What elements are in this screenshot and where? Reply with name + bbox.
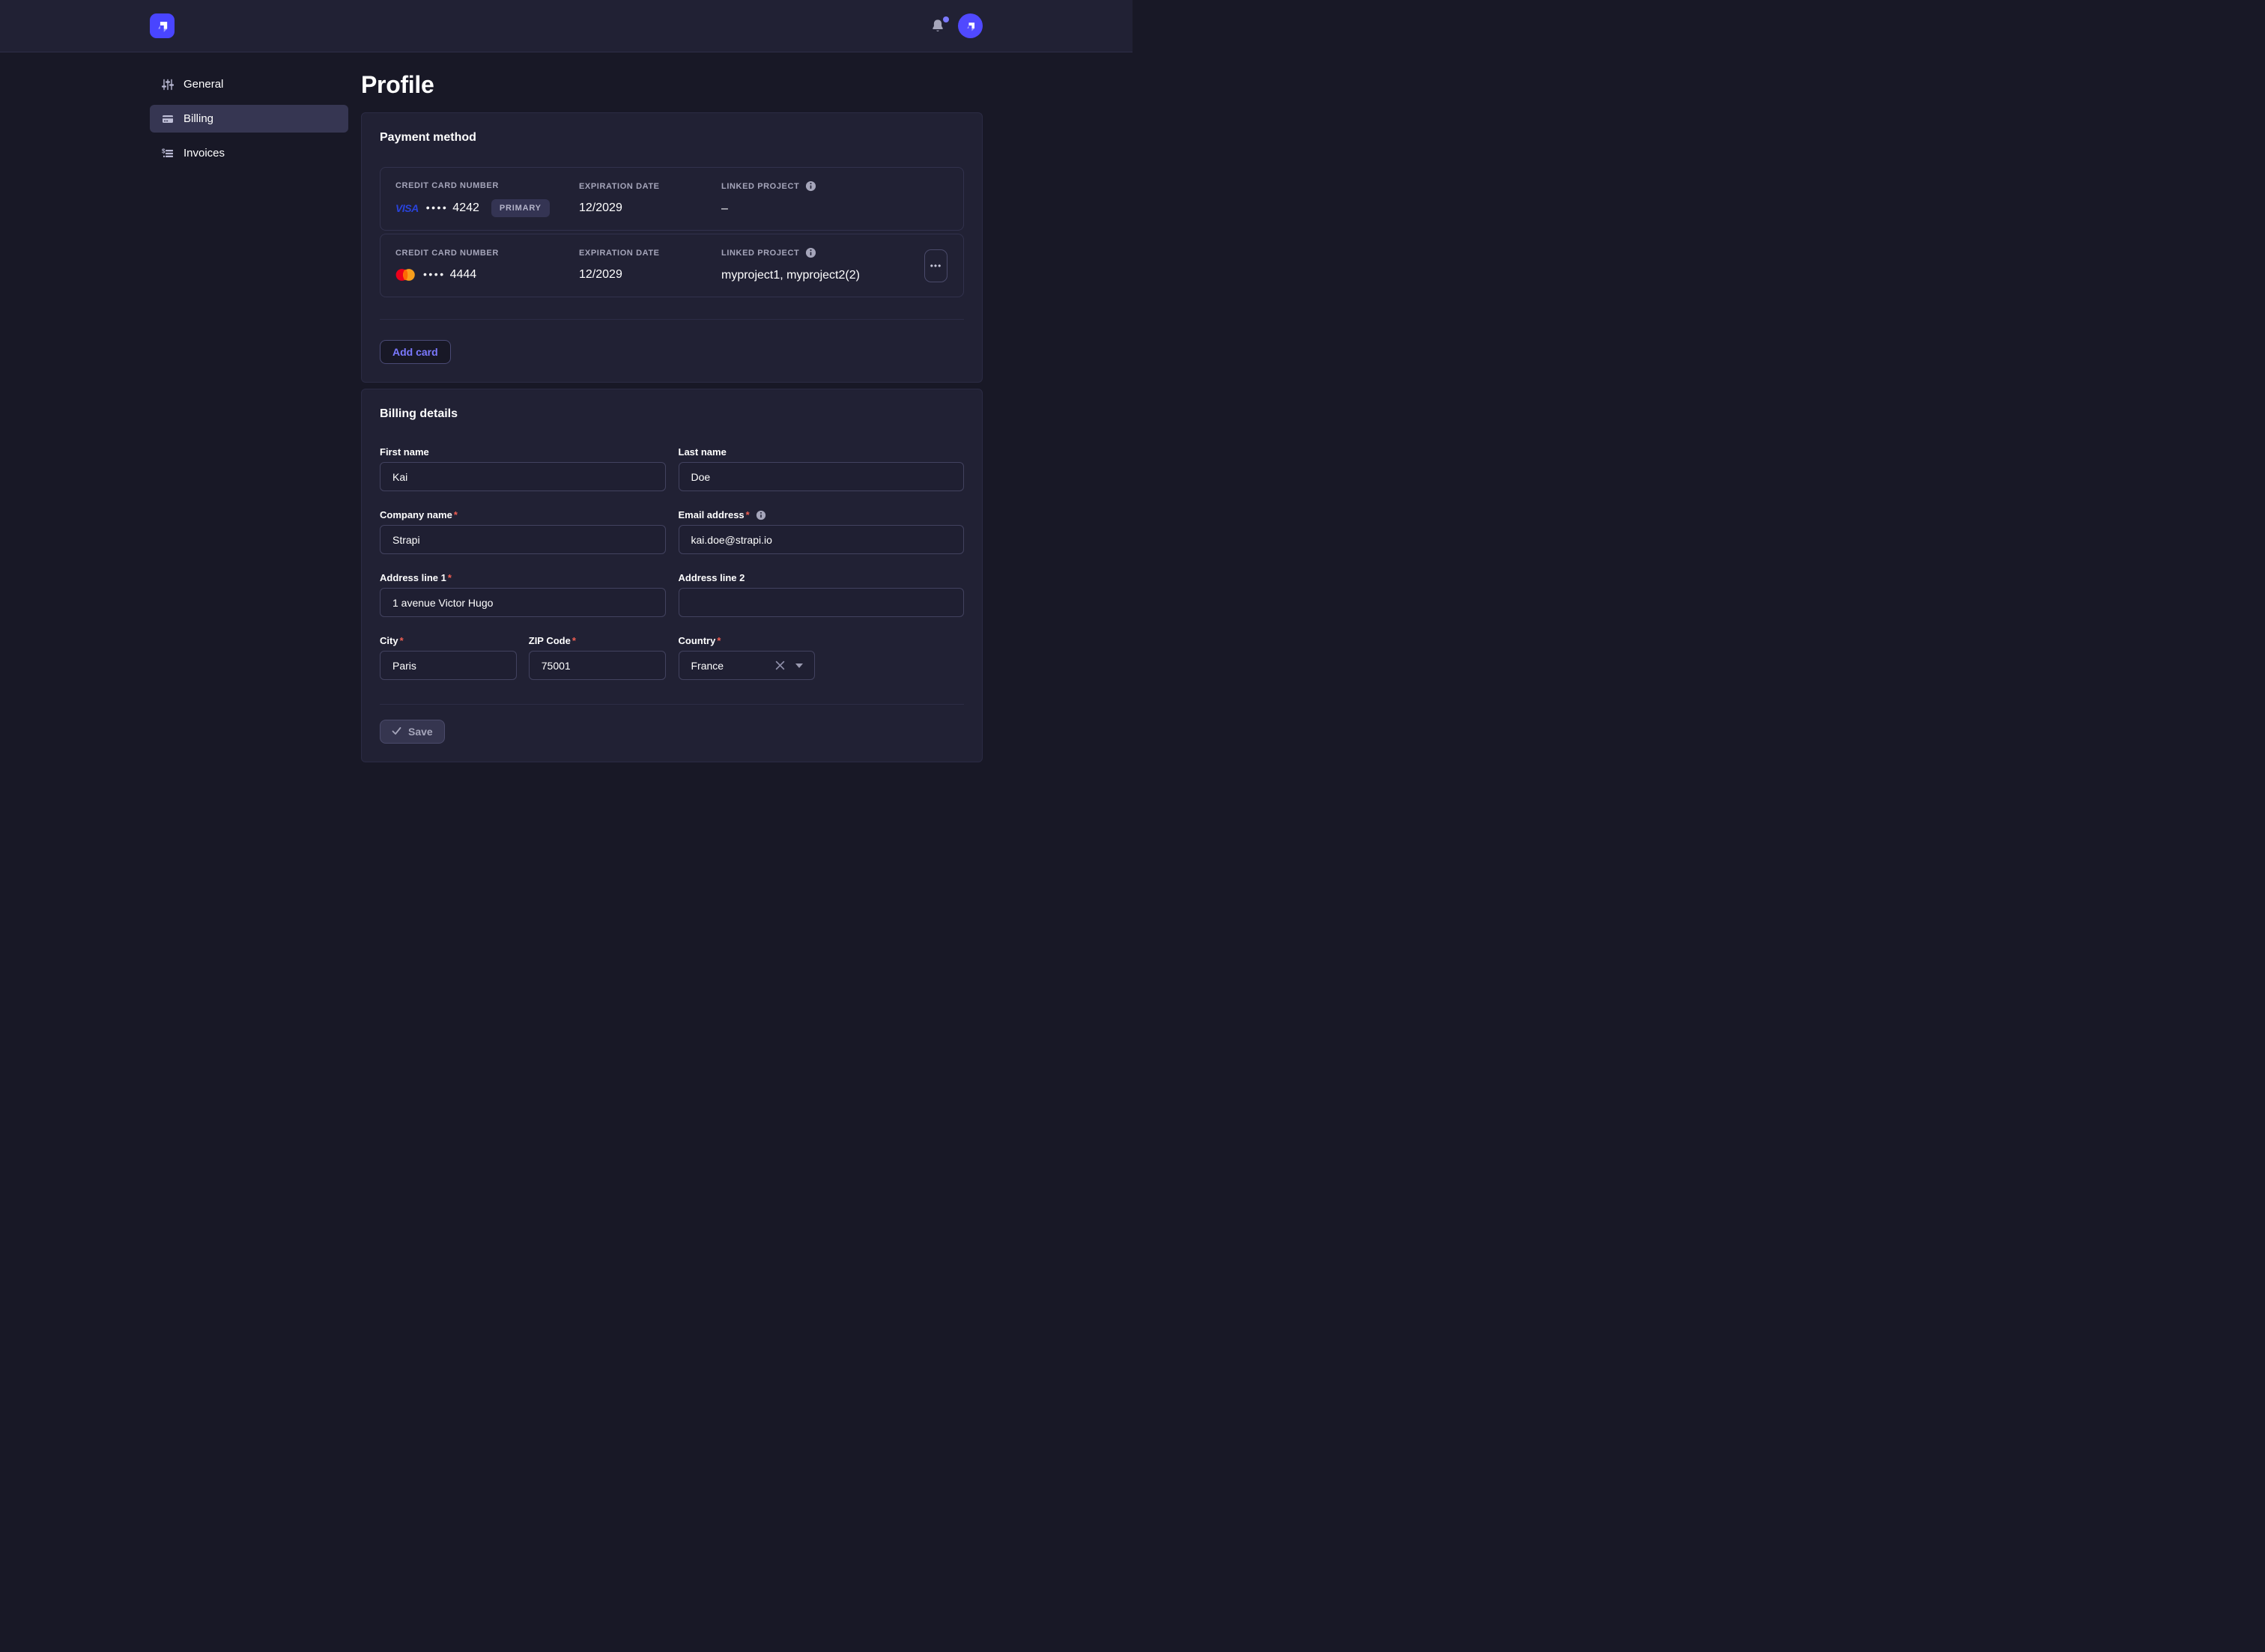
cc-linked-col: LINKED PROJECT – (721, 180, 924, 217)
country-select[interactable]: France (679, 651, 816, 680)
last-name-input[interactable] (679, 462, 965, 491)
svg-text:$: $ (162, 148, 166, 154)
chevron-down-icon[interactable] (795, 659, 804, 672)
country-label: Country (679, 635, 716, 646)
masked-digits: •••• (423, 268, 446, 280)
zip-code-label: ZIP Code (529, 635, 571, 646)
payment-method-title: Payment method (380, 131, 964, 145)
zip-code-field: ZIP Code * (529, 635, 666, 680)
email-address-input[interactable] (679, 525, 965, 554)
clear-icon[interactable] (775, 661, 785, 670)
top-navbar (0, 0, 1132, 52)
company-name-field: Company name * (380, 509, 666, 554)
info-icon[interactable] (756, 510, 766, 520)
main-content: Profile Payment method CREDIT CARD NUMBE… (361, 70, 983, 792)
required-mark: * (717, 635, 721, 646)
sidebar-item-billing[interactable]: Billing (150, 105, 348, 133)
cc-linked-label: LINKED PROJECT (721, 182, 799, 191)
cc-linked-value: – (721, 201, 924, 217)
first-name-input[interactable] (380, 462, 666, 491)
cc-exp-col: EXPIRATION DATE 12/2029 (579, 249, 721, 283)
avatar-logo-icon (964, 19, 977, 33)
cc-linked-value: myproject1, myproject2(2) (721, 267, 924, 284)
address-line1-label: Address line 1 (380, 572, 446, 583)
company-name-input[interactable] (380, 525, 666, 554)
required-mark: * (454, 509, 458, 520)
check-icon (392, 726, 401, 738)
credit-card-icon (162, 113, 174, 125)
mastercard-logo (395, 268, 416, 282)
cc-number-label: CREDIT CARD NUMBER (395, 249, 579, 258)
add-card-button[interactable]: Add card (380, 340, 451, 364)
zip-code-input[interactable] (529, 651, 666, 680)
sidebar-item-invoices[interactable]: $ Invoices (150, 139, 348, 167)
address-line2-field: Address line 2 (679, 572, 965, 617)
masked-digits: •••• (426, 201, 449, 213)
cc-linked-col: LINKED PROJECT myproject1, myproject2(2) (721, 247, 924, 284)
payment-divider (380, 319, 964, 320)
required-mark: * (448, 572, 452, 583)
invoice-icon: $ (162, 148, 174, 160)
notification-dot (943, 16, 949, 22)
content-layout: General Billing $ (150, 52, 983, 792)
city-field: City * (380, 635, 517, 680)
strapi-logo-icon (154, 18, 171, 34)
cc-exp-label: EXPIRATION DATE (579, 182, 721, 191)
save-button[interactable]: Save (380, 720, 445, 744)
first-name-label: First name (380, 446, 429, 458)
page-title: Profile (361, 70, 983, 99)
notifications-button[interactable] (931, 19, 944, 34)
email-address-field: Email address * (679, 509, 965, 554)
address-line2-label: Address line 2 (679, 572, 745, 583)
credit-card-row-visa: CREDIT CARD NUMBER VISA •••• 4242 PRIMAR… (380, 167, 964, 231)
sidebar-item-general[interactable]: General (150, 70, 348, 98)
country-field: Country * France (679, 635, 816, 680)
settings-sidebar: General Billing $ (150, 70, 348, 792)
last-name-field: Last name (679, 446, 965, 491)
save-label: Save (408, 726, 433, 738)
cc-exp-label: EXPIRATION DATE (579, 249, 721, 258)
required-mark: * (572, 635, 576, 646)
info-icon[interactable] (805, 180, 816, 192)
primary-badge: PRIMARY (491, 199, 550, 217)
credit-card-row-mastercard: CREDIT CARD NUMBER •••• 4444 (380, 234, 964, 297)
payment-method-card: Payment method CREDIT CARD NUMBER VISA •… (361, 112, 983, 383)
city-zip-row: City * ZIP Code * (380, 635, 666, 680)
address-line2-input[interactable] (679, 588, 965, 617)
cc-exp-col: EXPIRATION DATE 12/2029 (579, 182, 721, 216)
sliders-icon (162, 79, 174, 91)
card-actions-menu-button[interactable]: ••• (924, 249, 947, 282)
strapi-logo[interactable] (150, 13, 175, 38)
sidebar-item-label: General (184, 78, 223, 91)
card-last4: 4242 (452, 201, 479, 215)
required-mark: * (746, 509, 750, 520)
country-value: France (691, 660, 776, 672)
more-icon: ••• (930, 261, 942, 271)
cc-number-col: CREDIT CARD NUMBER VISA •••• 4242 PRIMAR… (395, 181, 579, 217)
sidebar-item-label: Billing (184, 112, 213, 125)
address-line1-input[interactable] (380, 588, 666, 617)
billing-details-title: Billing details (380, 407, 964, 421)
required-mark: * (400, 635, 404, 646)
city-label: City (380, 635, 398, 646)
city-input[interactable] (380, 651, 517, 680)
billing-details-card: Billing details First name Last name (361, 389, 983, 762)
info-icon[interactable] (805, 247, 816, 258)
sidebar-item-label: Invoices (184, 147, 225, 160)
company-name-label: Company name (380, 509, 452, 520)
cc-linked-label: LINKED PROJECT (721, 249, 799, 258)
user-avatar[interactable] (958, 13, 983, 38)
email-address-label: Email address (679, 509, 745, 520)
last-name-label: Last name (679, 446, 727, 458)
first-name-field: First name (380, 446, 666, 491)
card-last4: 4444 (450, 268, 477, 282)
cc-exp-value: 12/2029 (579, 200, 721, 216)
visa-logo: VISA (395, 202, 419, 214)
cc-exp-value: 12/2029 (579, 267, 721, 283)
cc-number-col: CREDIT CARD NUMBER •••• 4444 (395, 249, 579, 283)
form-divider (380, 704, 964, 705)
cc-number-label: CREDIT CARD NUMBER (395, 181, 579, 190)
address-line1-field: Address line 1 * (380, 572, 666, 617)
